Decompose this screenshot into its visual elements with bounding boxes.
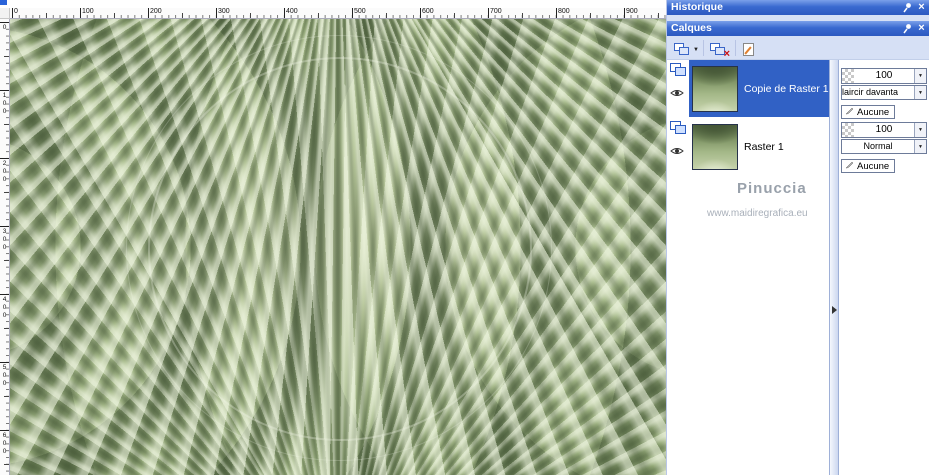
layer-row-copie-de-raster-1[interactable]: Copie de Raster 1: [667, 60, 829, 118]
ruler-label: 500: [1, 364, 8, 388]
close-icon[interactable]: ×: [916, 23, 927, 34]
ruler-label: 200: [150, 8, 162, 15]
layer-thumbnail[interactable]: [692, 123, 738, 170]
historique-titlebar[interactable]: Historique ×: [667, 0, 929, 15]
pattern-ring: [148, 57, 532, 441]
opacity-checker: [842, 69, 854, 83]
layer-type-icon: [670, 63, 687, 82]
toolbar-fragment: [0, 0, 7, 5]
ruler-label: 0: [14, 8, 18, 15]
link-value: Aucune: [857, 106, 890, 118]
chevron-down-icon: ▼: [693, 46, 699, 53]
ruler-label: 700: [490, 8, 502, 15]
ruler-label: 200: [1, 160, 8, 184]
visibility-eye-icon[interactable]: [670, 85, 684, 103]
close-icon[interactable]: ×: [916, 2, 927, 13]
layer-name: Raster 1: [744, 140, 784, 153]
brush-link-icon: [845, 160, 854, 172]
link-value: Aucune: [857, 160, 890, 172]
ruler-label: 600: [422, 8, 434, 15]
edit-page-icon: [743, 43, 754, 56]
link-set-button[interactable]: Aucune: [841, 105, 896, 119]
top-strip: [0, 0, 666, 8]
layers-list: Copie de Raster 1 Raster 1 Pinuccia www.…: [667, 60, 830, 475]
pin-icon[interactable]: [901, 2, 912, 13]
opacity-checker: [842, 123, 854, 137]
visibility-eye-icon[interactable]: [670, 143, 684, 161]
layer-controls-pane: 100 ▼ laircir davanta ▼ Aucune 100 ▼ Nor…: [839, 60, 929, 475]
document-area: 0 100 200 300 400 500 600 700 800 900 0 …: [0, 0, 666, 475]
opacity-value: 100: [875, 70, 893, 81]
new-layer-icon: [674, 42, 691, 57]
palettes-panel: Historique × Calques × ▼ × Copie de Rast…: [666, 0, 929, 475]
pane-splitter[interactable]: [830, 60, 839, 475]
opacity-value: 100: [875, 124, 893, 135]
layer-thumbnail[interactable]: [692, 65, 738, 112]
layer-name: Copie de Raster 1: [744, 82, 829, 95]
brush-link-icon: [845, 106, 854, 118]
opacity-dropdown-button[interactable]: ▼: [914, 69, 926, 83]
ruler-label: 0: [1, 24, 8, 32]
blend-dropdown-button[interactable]: ▼: [914, 140, 926, 153]
app-window: 0 100 200 300 400 500 600 700 800 900 0 …: [0, 0, 929, 475]
new-layer-button[interactable]: ▼: [671, 39, 702, 60]
layer-type-icon: [670, 121, 687, 140]
layer-controls-group: 100 ▼ Normal ▼ Aucune: [841, 122, 927, 174]
layer-controls-group: 100 ▼ laircir davanta ▼ Aucune: [841, 68, 927, 120]
link-set-button[interactable]: Aucune: [841, 159, 896, 173]
layer-row-raster-1[interactable]: Raster 1: [667, 118, 829, 176]
blend-mode-select[interactable]: Normal ▼: [841, 139, 927, 154]
opacity-slider[interactable]: 100 ▼: [841, 122, 927, 138]
blend-dropdown-button[interactable]: ▼: [914, 86, 926, 99]
delete-layer-icon: ×: [710, 42, 730, 59]
ruler-label: 400: [286, 8, 298, 15]
ruler-label: 300: [1, 228, 8, 252]
blend-mode-value: Normal: [863, 141, 893, 151]
delete-layer-button[interactable]: ×: [707, 39, 730, 60]
watermark-site: www.maidiregrafica.eu: [707, 208, 808, 219]
ruler-label: 900: [626, 8, 638, 15]
calques-title: Calques: [671, 22, 712, 34]
ruler-label: 100: [82, 8, 94, 15]
ruler-label: 300: [218, 8, 230, 15]
horizontal-ruler: 0 100 200 300 400 500 600 700 800 900: [10, 8, 666, 19]
ruler-corner: [0, 8, 10, 19]
ruler-label: 500: [354, 8, 366, 15]
ruler-label: 400: [1, 296, 8, 320]
edit-layer-button[interactable]: [740, 39, 757, 60]
pin-icon[interactable]: [901, 23, 912, 34]
historique-title: Historique: [671, 1, 723, 13]
vertical-ruler: 0 100 200 300 400 500 600: [0, 19, 10, 475]
toolbar-separator: [735, 40, 736, 56]
ruler-label: 100: [1, 92, 8, 116]
toolbar-separator: [703, 40, 704, 56]
opacity-slider[interactable]: 100 ▼: [841, 68, 927, 84]
opacity-dropdown-button[interactable]: ▼: [914, 123, 926, 137]
blend-mode-value: laircir davanta: [842, 87, 899, 97]
ruler-label: 800: [558, 8, 570, 15]
calques-titlebar[interactable]: Calques ×: [667, 21, 929, 36]
blend-mode-select[interactable]: laircir davanta ▼: [841, 85, 927, 100]
canvas-image[interactable]: [10, 19, 666, 475]
watermark-name: Pinuccia: [737, 180, 807, 197]
splitter-arrow-icon: [832, 306, 837, 314]
ruler-label: 600: [1, 432, 8, 456]
layers-toolbar: ▼ ×: [667, 37, 929, 60]
